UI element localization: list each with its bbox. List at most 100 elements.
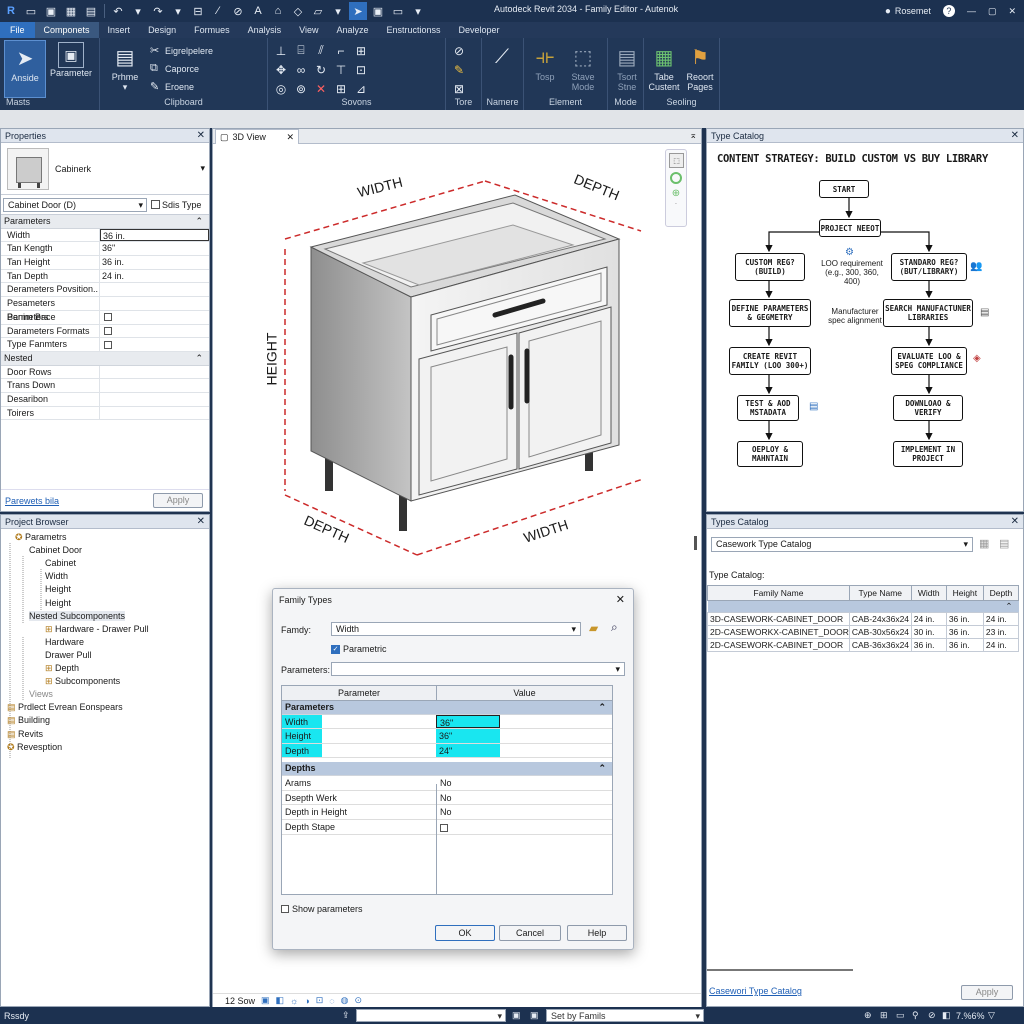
reveal-icon[interactable]: ⊙ (355, 995, 363, 1006)
nested-value[interactable] (100, 393, 209, 406)
family-select[interactable]: Width ▾ (331, 622, 581, 636)
nested-row[interactable]: Door Rows (1, 365, 209, 380)
section-icon[interactable]: ◇ (289, 2, 307, 20)
parameter-button[interactable]: ▣ Parameter (50, 40, 92, 98)
close-icon[interactable]: ✕ (197, 129, 205, 143)
windows-icon[interactable]: ▣ (369, 2, 387, 20)
align-icon[interactable]: ⊥ (272, 42, 290, 59)
parameters-select[interactable]: ▾ (331, 662, 625, 676)
tree-item[interactable]: Cabinet Door (29, 544, 82, 557)
trim-icon[interactable]: ⌐ (332, 42, 350, 59)
tab-analysis[interactable]: Analysis (239, 22, 291, 38)
paste-button[interactable]: ▤ Prhme ▾ (104, 40, 146, 98)
property-row[interactable]: Tan Height 36 in. (1, 256, 209, 270)
tree-item[interactable]: Width (45, 570, 68, 583)
catalog-column-header[interactable]: Depth (982, 585, 1020, 601)
visual-style-icon[interactable]: ◧ (276, 995, 285, 1006)
property-value[interactable] (100, 311, 209, 324)
apply-button[interactable]: Apply (153, 493, 203, 508)
match-button[interactable]: ✎ Eroene (150, 78, 213, 95)
tree-item[interactable]: Height (45, 583, 71, 596)
dialog-depth-row[interactable]: Dsepth Werk No (282, 791, 612, 806)
catalog-column-header[interactable]: Width (910, 585, 947, 601)
show-parameters-checkbox[interactable]: Show parameters (281, 904, 363, 914)
property-row[interactable]: Tan Kength 36" (1, 242, 209, 257)
param-value[interactable]: 36" (436, 714, 500, 729)
tree-item[interactable]: ✪ Revesption (7, 741, 62, 754)
close-icon[interactable]: ✕ (286, 132, 294, 143)
pencil-icon[interactable]: ✎ (450, 61, 468, 78)
property-row[interactable]: Derameters Povsition.. (1, 283, 209, 298)
tree-item[interactable]: Cabinet (45, 557, 76, 570)
search-icon[interactable]: ⌕ (611, 620, 618, 635)
save-icon[interactable]: ▣ (42, 2, 60, 20)
catalog-scrollbar[interactable] (707, 969, 853, 971)
group-parameters[interactable]: Parameters ⌃ (1, 215, 209, 229)
measure-icon[interactable]: ⊟ (189, 2, 207, 20)
chevron-down-icon[interactable]: ▾ (200, 163, 205, 174)
nested-value[interactable] (100, 366, 209, 379)
close-icon[interactable]: ✕ (616, 589, 625, 611)
type-preview[interactable]: Cabinerk ▾ (1, 143, 209, 195)
redo-icon[interactable]: ↷ (149, 2, 167, 20)
dialog-depth-row[interactable]: Depth Stape (282, 820, 612, 835)
help-button[interactable]: Help (567, 925, 627, 941)
print-icon[interactable]: ▤ (82, 2, 100, 20)
catalog-apply-button[interactable]: Apply (961, 985, 1013, 1000)
checkbox-icon[interactable] (440, 823, 448, 832)
filter-icon[interactable]: ⊕ (864, 1010, 872, 1021)
editable-icon[interactable]: ▣ (512, 1010, 521, 1021)
close-icon[interactable]: ✕ (1011, 515, 1019, 529)
status-workset-field[interactable]: ▾ (356, 1009, 506, 1022)
design-option-field[interactable]: Set by Famils ▾ (546, 1009, 704, 1022)
checkbox-icon[interactable] (104, 313, 112, 322)
properties-help-link[interactable]: Parewets bila (5, 496, 59, 506)
param-value[interactable]: 24" (436, 743, 500, 758)
tab-design[interactable]: Design (139, 22, 185, 38)
tab-insert[interactable]: Insert (99, 22, 140, 38)
rotate-icon[interactable]: ↻ (312, 61, 330, 78)
sun-path-icon[interactable]: ☼ (290, 996, 298, 1006)
tosp-button[interactable]: ⟛ Tosp (528, 40, 562, 98)
dialog-group-depths[interactable]: Depths ⌃ (282, 762, 612, 777)
catalog-filter-icon[interactable]: ▦ (979, 537, 989, 550)
tree-item[interactable]: ✪ Parametrs (15, 531, 67, 544)
tree-item[interactable]: ⊞ Subcomponents (45, 675, 120, 688)
grid-icon[interactable]: ⊞ (332, 80, 350, 97)
tree-item[interactable]: ▤ Building (7, 714, 50, 727)
catalog-row[interactable]: 3D-CASEWORK-CABINET_DOOR CAB-24x36x24 24 i… (707, 612, 1020, 626)
view-scale[interactable]: 12 Sow (225, 996, 255, 1006)
dialog-param-row[interactable]: Height 36" (282, 729, 612, 744)
checkbox-icon[interactable] (104, 327, 112, 336)
tab-formues[interactable]: Formues (185, 22, 239, 38)
catalog-link[interactable]: Casewori Type Catalog (709, 986, 802, 996)
tab-analyze[interactable]: Analyze (327, 22, 377, 38)
delete-icon[interactable]: ✕ (312, 80, 330, 97)
scale-icon[interactable]: ⊡ (352, 61, 370, 78)
dimension-icon[interactable]: ⊠ (450, 80, 468, 97)
property-value[interactable] (100, 283, 209, 296)
close-icon[interactable]: ✕ (1011, 129, 1019, 143)
sync-icon[interactable]: ▦ (62, 2, 80, 20)
tree-item[interactable]: Views (29, 688, 53, 701)
property-row[interactable]: Benim Bace (1, 310, 209, 325)
type-selector[interactable]: Cabinet Door (D) ▾ (3, 197, 147, 212)
catalog-select[interactable]: Casework Type Catalog ▾ (711, 537, 973, 552)
copy-icon[interactable]: ∞ (292, 61, 310, 78)
col-value[interactable]: Value (437, 686, 612, 700)
tree-item[interactable]: ⊞ Depth (45, 662, 79, 675)
property-value[interactable] (100, 297, 209, 310)
maximize-icon[interactable]: ▢ (988, 6, 997, 17)
crop-icon[interactable]: ⊡ (316, 995, 324, 1006)
workset-icon[interactable]: ⇪ (342, 1010, 350, 1021)
split-icon[interactable]: ⊞ (352, 42, 370, 59)
tabe-custent-button[interactable]: ▦ Tabe Custent (648, 40, 680, 98)
group-nested[interactable]: Nested ⌃ (1, 351, 209, 366)
property-row[interactable]: Width 36 in. (1, 228, 209, 243)
array-icon[interactable]: ⊤ (332, 61, 350, 78)
hide-icon[interactable]: ◌ (329, 996, 334, 1006)
catalog-column-header[interactable]: Height (945, 585, 984, 601)
folder-icon[interactable]: ▰ (589, 621, 598, 635)
reoort-pages-button[interactable]: ⚑ Reoort Pages (684, 40, 716, 98)
revit-logo-icon[interactable]: R (2, 2, 20, 20)
